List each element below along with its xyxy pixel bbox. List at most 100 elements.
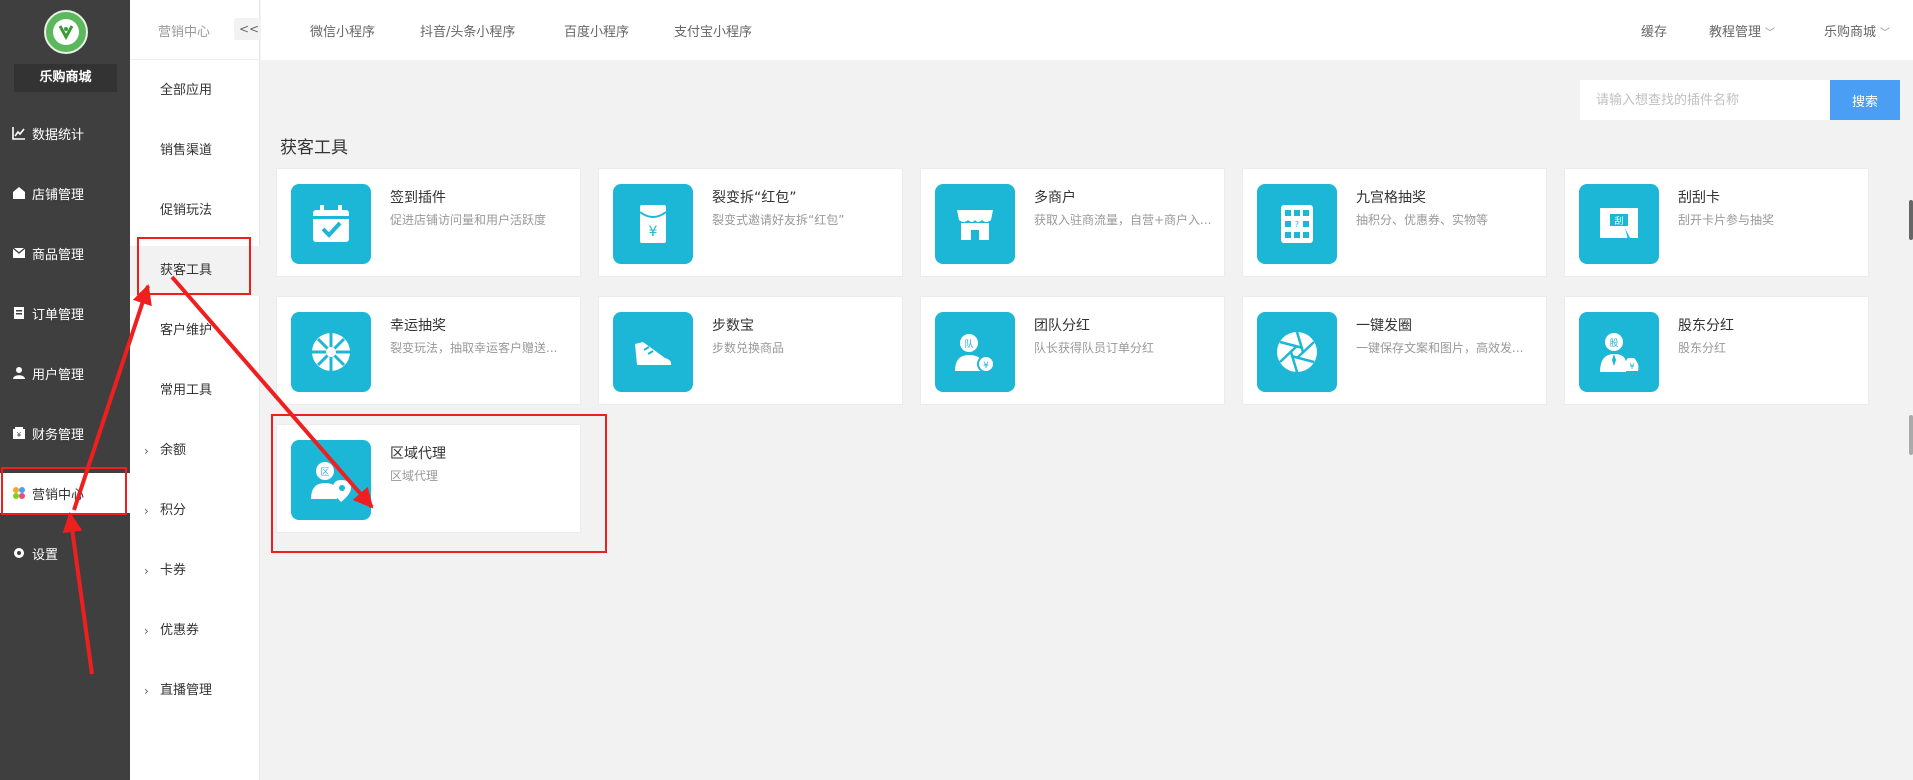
plugin-card-title: 幸运抽奖 <box>390 318 446 334</box>
plugin-card-red-envelope[interactable]: ¥ 裂变拆“红包” 裂变式邀请好友拆“红包” <box>598 168 903 277</box>
subnav-item-balance[interactable]: › 余额 <box>130 426 260 476</box>
tab-wechat-miniprogram[interactable]: 微信小程序 <box>310 21 375 40</box>
subnav-item-cards[interactable]: › 卡券 <box>130 546 260 596</box>
plugin-card-desc: 一键保存文案和图片，高效发... <box>1356 341 1524 355</box>
subnav-header: 营销中心 << <box>130 0 264 60</box>
subnav-item-all-apps[interactable]: 全部应用 <box>130 66 260 116</box>
plugin-card-title: 签到插件 <box>390 190 446 206</box>
plugin-card-one-click-post[interactable]: 一键发圈 一键保存文案和图片，高效发... <box>1242 296 1547 405</box>
subnav-item-label: 优惠券 <box>160 623 200 638</box>
subnav-item-sales-channel[interactable]: 销售渠道 <box>130 126 260 176</box>
svg-text:队: 队 <box>964 338 973 350</box>
scroll-handle[interactable] <box>1909 200 1913 240</box>
chevron-down-icon: ﹀ <box>1765 28 1776 39</box>
calendar-check-icon <box>291 184 371 264</box>
nav-item-finance[interactable]: ¥ 财务管理 <box>0 413 130 453</box>
plugin-card-desc: 刮开卡片参与抽奖 <box>1678 213 1775 227</box>
chevron-right-icon: › <box>144 624 149 638</box>
subnav-item-customer-care[interactable]: 客户维护 <box>130 306 260 356</box>
storefront-icon <box>935 184 1015 264</box>
logo-emblem-icon <box>53 19 79 45</box>
tab-alipay-miniprogram[interactable]: 支付宝小程序 <box>674 21 752 40</box>
subnav-item-common-tools[interactable]: 常用工具 <box>130 366 260 416</box>
nav-item-label: 设置 <box>32 547 59 563</box>
nav-item-label: 订单管理 <box>32 307 85 323</box>
store-icon <box>12 186 26 200</box>
chart-icon <box>12 126 26 140</box>
search-button[interactable]: 搜索 <box>1830 80 1900 120</box>
red-envelope-icon: ¥ <box>613 184 693 264</box>
chevron-right-icon: › <box>144 684 149 698</box>
nav-item-label: 店铺管理 <box>32 187 85 203</box>
order-icon <box>12 306 26 320</box>
shop-name-label: 乐购商城 <box>14 64 117 92</box>
tutorial-menu-label: 教程管理 <box>1709 25 1762 40</box>
plugin-card-desc: 队长获得队员订单分红 <box>1034 341 1155 355</box>
nav-item-label: 数据统计 <box>32 127 85 143</box>
nav-item-store[interactable]: 店铺管理 <box>0 173 130 213</box>
plugin-card-lucky-draw[interactable]: 幸运抽奖 裂变玩法，抽取幸运客户赠送... <box>276 296 581 405</box>
tab-baidu-miniprogram[interactable]: 百度小程序 <box>564 21 629 40</box>
team-dividend-icon: 队 ¥ <box>935 312 1015 392</box>
marketing-subnav: 营销中心 << 全部应用 销售渠道 促销玩法 获客工具 客户维护 常用工具 › 余… <box>130 0 264 780</box>
account-menu[interactable]: 乐购商城 ﹀ <box>1824 21 1890 40</box>
nav-item-label: 商品管理 <box>32 247 85 263</box>
nav-item-label: 用户管理 <box>32 367 85 383</box>
plugin-card-desc: 抽积分、优惠券、实物等 <box>1356 213 1489 227</box>
nav-item-orders[interactable]: 订单管理 <box>0 293 130 333</box>
subnav-item-label: 余额 <box>160 443 187 458</box>
chevron-right-icon: › <box>144 564 149 578</box>
subnav-item-coupons[interactable]: › 优惠券 <box>130 606 260 656</box>
subnav-item-live[interactable]: › 直播管理 <box>130 666 260 716</box>
nav-item-users[interactable]: 用户管理 <box>0 353 130 393</box>
tab-douyin-miniprogram[interactable]: 抖音/头条小程序 <box>420 21 515 40</box>
annotation-box-marketing <box>1 467 127 515</box>
finance-icon: ¥ <box>12 426 26 440</box>
plugin-card-shareholder[interactable]: 股 ¥ 股东分红 股东分红 <box>1564 296 1869 405</box>
plugin-card-title: 团队分红 <box>1034 318 1090 334</box>
nav-item-data-stats[interactable]: 数据统计 <box>0 113 130 153</box>
plugin-card-title: 一键发圈 <box>1356 318 1412 334</box>
account-menu-label: 乐购商城 <box>1824 25 1877 40</box>
subnav-title: 营销中心 <box>158 25 211 40</box>
wheel-icon <box>291 312 371 392</box>
plugin-card-checkin[interactable]: 签到插件 促进店铺访问量和用户活跃度 <box>276 168 581 277</box>
plugin-card-scratch[interactable]: 刮 刮刮卡 刮开卡片参与抽奖 <box>1564 168 1869 277</box>
plugin-card-desc: 获取入驻商流量，自营+商户入... <box>1034 213 1212 227</box>
plugin-card-title: 刮刮卡 <box>1678 190 1720 206</box>
nav-item-settings[interactable]: 设置 <box>0 533 130 573</box>
tutorial-menu[interactable]: 教程管理 ﹀ <box>1709 21 1775 40</box>
shop-logo <box>44 10 88 54</box>
svg-text:刮: 刮 <box>1614 215 1623 227</box>
main-sidebar: 乐购商城 数据统计 店铺管理 商品管理 订单管理 用户管理 ¥ 财务管理 营销中… <box>0 0 130 780</box>
user-icon <box>12 366 26 380</box>
plugin-card-desc: 股东分红 <box>1678 341 1727 355</box>
chevron-down-icon: ﹀ <box>1880 28 1891 39</box>
plugin-card-multi-merchant[interactable]: 多商户 获取入驻商流量，自营+商户入... <box>920 168 1225 277</box>
annotation-box-acquisition-tools <box>137 237 251 295</box>
section-title: 获客工具 <box>280 138 348 158</box>
plugin-card-team-dividend[interactable]: 队 ¥ 团队分红 队长获得队员订单分红 <box>920 296 1225 405</box>
subnav-item-label: 直播管理 <box>160 683 213 698</box>
subnav-item-promotion[interactable]: 促销玩法 <box>130 186 260 236</box>
plugin-card-desc: 裂变玩法，抽取幸运客户赠送... <box>390 341 558 355</box>
plugin-card-desc: 裂变式邀请好友拆“红包” <box>712 213 845 227</box>
plugin-card-step-treasure[interactable]: 步数宝 步数兑换商品 <box>598 296 903 405</box>
nav-item-goods[interactable]: 商品管理 <box>0 233 130 273</box>
goods-icon <box>12 246 26 260</box>
scroll-handle[interactable] <box>1909 415 1913 455</box>
subnav-item-points[interactable]: › 积分 <box>130 486 260 536</box>
plugin-card-grid-lottery[interactable]: ? 九宫格抽奖 抽积分、优惠券、实物等 <box>1242 168 1547 277</box>
plugin-search-input[interactable] <box>1580 80 1830 120</box>
sneaker-icon <box>613 312 693 392</box>
plugin-card-title: 多商户 <box>1034 190 1076 206</box>
cache-link[interactable]: 缓存 <box>1641 21 1667 40</box>
plugin-card-title: 裂变拆“红包” <box>712 190 797 206</box>
plugin-card-title: 九宫格抽奖 <box>1356 190 1426 206</box>
svg-text:¥: ¥ <box>1629 362 1634 371</box>
chevron-right-icon: › <box>144 504 149 518</box>
collapse-button[interactable]: << <box>234 18 264 40</box>
subnav-item-label: 卡券 <box>160 563 187 578</box>
plugin-card-title: 步数宝 <box>712 318 754 334</box>
svg-text:?: ? <box>1295 220 1299 229</box>
